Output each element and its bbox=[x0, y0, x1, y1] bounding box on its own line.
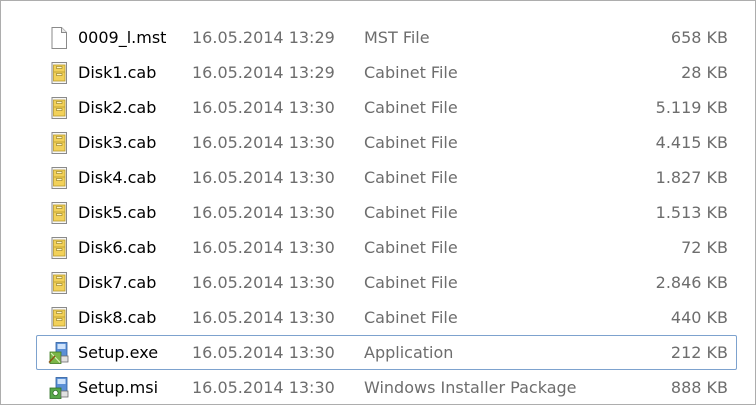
file-size: 440 KB bbox=[670, 308, 728, 327]
file-size: 72 KB bbox=[681, 238, 728, 257]
file-size: 28 KB bbox=[681, 63, 728, 82]
file-date-modified: 16.05.2014 13:30 bbox=[192, 168, 335, 187]
cabinet-file-icon bbox=[47, 306, 71, 330]
file-name: Disk5.cab bbox=[78, 203, 157, 222]
cabinet-file-icon bbox=[47, 236, 71, 260]
cabinet-file-icon bbox=[47, 201, 71, 225]
file-date-modified: 16.05.2014 13:30 bbox=[192, 98, 335, 117]
file-date-modified: 16.05.2014 13:30 bbox=[192, 133, 335, 152]
file-row[interactable]: Disk4.cab 16.05.2014 13:30 Cabinet File 1.8… bbox=[36, 160, 737, 195]
file-name: Disk2.cab bbox=[78, 98, 157, 117]
file-date-modified: 16.05.2014 13:30 bbox=[192, 343, 335, 362]
file-name: Disk1.cab bbox=[78, 63, 157, 82]
file-type: Cabinet File bbox=[364, 98, 458, 117]
setup-application-icon bbox=[47, 341, 71, 365]
file-row[interactable]: 0009_l.mst 16.05.2014 13:29 MST File 658 KB bbox=[36, 20, 737, 55]
cabinet-file-icon bbox=[47, 166, 71, 190]
file-date-modified: 16.05.2014 13:30 bbox=[192, 273, 335, 292]
file-size: 212 KB bbox=[670, 343, 728, 362]
file-type: Cabinet File bbox=[364, 273, 458, 292]
file-name: Disk3.cab bbox=[78, 133, 157, 152]
file-size: 1.827 KB bbox=[655, 168, 728, 187]
file-type: Windows Installer Package bbox=[364, 378, 577, 397]
file-name: Setup.msi bbox=[78, 378, 159, 397]
file-name: Disk4.cab bbox=[78, 168, 157, 187]
file-type: Cabinet File bbox=[364, 308, 458, 327]
file-size: 1.513 KB bbox=[655, 203, 728, 222]
file-row[interactable]: Disk6.cab 16.05.2014 13:30 Cabinet File 72 … bbox=[36, 230, 737, 265]
file-row[interactable]: Setup.exe 16.05.2014 13:30 Application 212 … bbox=[36, 335, 737, 370]
file-type: Cabinet File bbox=[364, 203, 458, 222]
file-row[interactable]: Disk8.cab 16.05.2014 13:30 Cabinet File 440… bbox=[36, 300, 737, 335]
file-type: Cabinet File bbox=[364, 238, 458, 257]
file-list: 0009_l.mst 16.05.2014 13:29 MST File 658 KB… bbox=[36, 20, 737, 404]
file-row[interactable]: Disk7.cab 16.05.2014 13:30 Cabinet File 2.8… bbox=[36, 265, 737, 300]
file-size: 888 KB bbox=[670, 378, 728, 397]
file-row[interactable]: Disk5.cab 16.05.2014 13:30 Cabinet File 1.5… bbox=[36, 195, 737, 230]
explorer-window: 0009_l.mst 16.05.2014 13:29 MST File 658 KB… bbox=[0, 0, 756, 405]
file-name: 0009_l.mst bbox=[78, 28, 167, 47]
file-type: Cabinet File bbox=[364, 168, 458, 187]
file-row[interactable]: Disk1.cab 16.05.2014 13:29 Cabinet File 28 … bbox=[36, 55, 737, 90]
cabinet-file-icon bbox=[47, 96, 71, 120]
file-size: 4.415 KB bbox=[655, 133, 728, 152]
file-row[interactable]: Disk2.cab 16.05.2014 13:30 Cabinet File 5.1… bbox=[36, 90, 737, 125]
cabinet-file-icon bbox=[47, 61, 71, 85]
file-row[interactable]: Setup.msi 16.05.2014 13:30 Windows Install… bbox=[36, 370, 737, 404]
file-row[interactable]: Disk3.cab 16.05.2014 13:30 Cabinet File 4.4… bbox=[36, 125, 737, 160]
file-size: 658 KB bbox=[670, 28, 728, 47]
file-size: 5.119 KB bbox=[655, 98, 728, 117]
file-name: Disk8.cab bbox=[78, 308, 157, 327]
file-type: MST File bbox=[364, 28, 430, 47]
cabinet-file-icon bbox=[47, 131, 71, 155]
file-date-modified: 16.05.2014 13:29 bbox=[192, 28, 335, 47]
file-size: 2.846 KB bbox=[655, 273, 728, 292]
file-type: Application bbox=[364, 343, 454, 362]
file-name: Disk7.cab bbox=[78, 273, 157, 292]
file-name: Disk6.cab bbox=[78, 238, 157, 257]
file-name: Setup.exe bbox=[78, 343, 159, 362]
file-date-modified: 16.05.2014 13:30 bbox=[192, 203, 335, 222]
file-type: Cabinet File bbox=[364, 63, 458, 82]
installer-package-icon bbox=[47, 376, 71, 400]
file-date-modified: 16.05.2014 13:30 bbox=[192, 238, 335, 257]
file-date-modified: 16.05.2014 13:30 bbox=[192, 378, 335, 397]
file-date-modified: 16.05.2014 13:30 bbox=[192, 308, 335, 327]
document-icon bbox=[47, 26, 71, 50]
file-type: Cabinet File bbox=[364, 133, 458, 152]
cabinet-file-icon bbox=[47, 271, 71, 295]
file-date-modified: 16.05.2014 13:29 bbox=[192, 63, 335, 82]
